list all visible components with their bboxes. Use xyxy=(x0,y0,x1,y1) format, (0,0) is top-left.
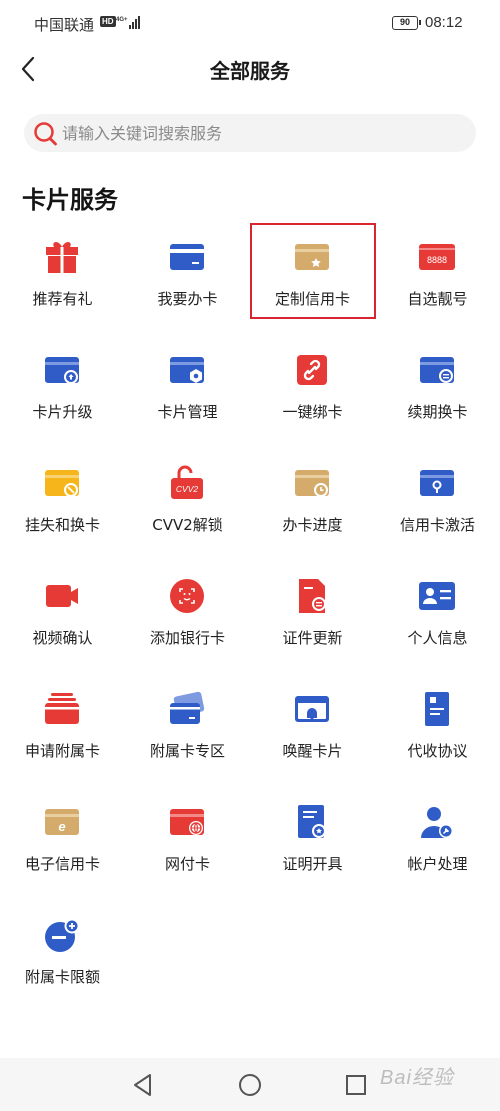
document-update-icon xyxy=(299,579,326,613)
svg-text:e: e xyxy=(58,819,65,834)
service-tile[interactable]: 附属卡限额 xyxy=(0,903,125,1016)
service-label: 代收协议 xyxy=(407,742,468,760)
service-label: 电子信用卡 xyxy=(24,855,100,873)
service-tile[interactable]: 一键绑卡 xyxy=(250,338,375,451)
service-label: 卡片升级 xyxy=(32,403,93,421)
service-tile[interactable]: 添加银行卡 xyxy=(125,564,250,677)
service-tile[interactable]: 网付卡 xyxy=(125,790,250,903)
status-time: 08:12 xyxy=(425,14,463,31)
service-tile-highlighted[interactable]: 定制信用卡 xyxy=(250,223,376,338)
service-label: 推荐有礼 xyxy=(32,290,93,308)
service-tile[interactable]: 8888 自选靓号 xyxy=(375,225,500,338)
service-label: 挂失和换卡 xyxy=(24,516,100,534)
service-tile[interactable]: 信用卡激活 xyxy=(375,451,500,564)
back-triangle-icon[interactable] xyxy=(130,1072,156,1098)
service-tile[interactable]: e 电子信用卡 xyxy=(0,790,125,903)
limit-icon xyxy=(45,918,80,952)
service-label: 一键绑卡 xyxy=(282,403,343,421)
carrier-name: 中国联通 xyxy=(34,16,95,34)
signal-icon: 4G+ xyxy=(116,16,140,29)
svg-text:4G+: 4G+ xyxy=(116,17,128,23)
service-tile[interactable]: 卡片升级 xyxy=(0,338,125,451)
number-card-icon: 8888 xyxy=(419,244,455,270)
service-tile[interactable]: 帐户处理 xyxy=(375,790,500,903)
card-activate-icon xyxy=(420,470,454,496)
id-card-icon xyxy=(419,582,455,610)
service-tile[interactable]: 我要办卡 xyxy=(125,225,250,338)
service-label: 帐户处理 xyxy=(407,855,468,873)
service-tile[interactable]: 推荐有礼 xyxy=(0,225,125,338)
service-tile[interactable]: 个人信息 xyxy=(375,564,500,677)
service-tile[interactable]: 附属卡专区 xyxy=(125,677,250,790)
service-tile[interactable]: 卡片管理 xyxy=(125,338,250,451)
number-card-text: 8888 xyxy=(427,255,447,265)
card-manage-icon xyxy=(170,357,204,383)
service-tile[interactable]: 证明开具 xyxy=(250,790,375,903)
search-bar[interactable] xyxy=(24,114,476,152)
card-upgrade-icon xyxy=(45,357,79,384)
link-icon xyxy=(297,355,327,385)
page-title: 全部服务 xyxy=(210,59,290,83)
status-bar: 中国联通 HD 4G+ 90 08:12 xyxy=(0,0,500,48)
service-label: 定制信用卡 xyxy=(274,290,350,308)
recent-square-icon[interactable] xyxy=(343,1072,369,1098)
service-label: 视频确认 xyxy=(32,629,93,647)
video-icon xyxy=(46,585,78,607)
home-circle-icon[interactable] xyxy=(237,1072,263,1098)
face-scan-icon xyxy=(170,579,204,613)
card-renew-icon xyxy=(420,357,454,383)
search-icon xyxy=(34,122,57,146)
service-label: 添加银行卡 xyxy=(149,629,225,647)
star-card-icon xyxy=(295,244,329,270)
service-label: 我要办卡 xyxy=(157,290,218,308)
service-tile[interactable]: 代收协议 xyxy=(375,677,500,790)
search-input[interactable] xyxy=(62,114,462,152)
service-label: 证明开具 xyxy=(282,855,343,873)
cvv2-text: CVV2 xyxy=(176,484,198,494)
service-label: 办卡进度 xyxy=(282,516,343,534)
watermark: Bai经验 xyxy=(380,1067,454,1089)
service-tile[interactable]: 挂失和换卡 xyxy=(0,451,125,564)
card-lost-icon xyxy=(45,470,79,497)
service-label: 唤醒卡片 xyxy=(282,742,343,760)
service-label: 申请附属卡 xyxy=(24,742,100,760)
certificate-icon xyxy=(298,805,326,838)
card-icon xyxy=(170,244,204,270)
service-tile[interactable]: 申请附属卡 xyxy=(0,677,125,790)
service-tile[interactable]: 办卡进度 xyxy=(250,451,375,564)
card-progress-icon xyxy=(295,470,329,497)
battery-icon: 90 xyxy=(392,16,421,30)
service-label: 自选靓号 xyxy=(407,290,468,308)
service-label: 个人信息 xyxy=(407,629,468,647)
service-tile[interactable]: 续期换卡 xyxy=(375,338,500,451)
e-card-icon: e xyxy=(45,809,79,835)
service-tile[interactable]: 证件更新 xyxy=(250,564,375,677)
service-label: 附属卡限额 xyxy=(24,968,100,986)
hd-badge: HD xyxy=(100,16,116,27)
service-tile[interactable]: CVV2 CVV2解锁 xyxy=(125,451,250,564)
card-stack-icon xyxy=(45,693,79,724)
card-pair-icon xyxy=(170,691,205,724)
service-tile[interactable]: 视频确认 xyxy=(0,564,125,677)
agreement-icon xyxy=(425,692,449,726)
cvv2-unlock-icon: CVV2 xyxy=(171,465,203,499)
gift-icon xyxy=(46,242,78,273)
service-label: 附属卡专区 xyxy=(149,742,225,760)
service-label: 网付卡 xyxy=(164,855,210,873)
service-label: 续期换卡 xyxy=(407,403,468,421)
section-title: 卡片服务 xyxy=(22,186,118,214)
service-label: CVV2解锁 xyxy=(152,516,223,534)
service-label: 卡片管理 xyxy=(157,403,218,421)
service-tile[interactable]: 唤醒卡片 xyxy=(250,677,375,790)
service-label: 信用卡激活 xyxy=(399,516,475,534)
bell-card-icon xyxy=(295,696,329,722)
service-label: 证件更新 xyxy=(282,629,343,647)
globe-card-icon xyxy=(170,809,204,835)
account-icon xyxy=(421,807,453,838)
